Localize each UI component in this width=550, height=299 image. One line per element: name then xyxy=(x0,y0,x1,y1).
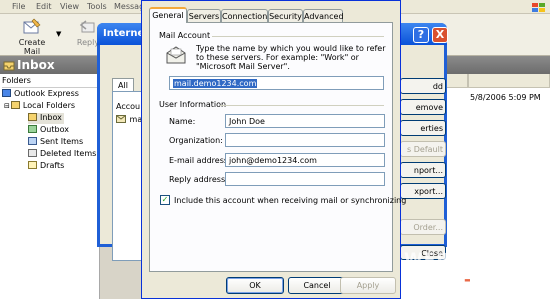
name-field[interactable]: John Doe xyxy=(225,114,385,128)
tree-item-drafts[interactable]: Drafts xyxy=(28,161,64,172)
menu-file[interactable]: File xyxy=(12,2,25,11)
tree-item-label: Outlook Express xyxy=(14,89,79,98)
account-name-value: mail.demo1234.com xyxy=(173,79,258,88)
group-divider xyxy=(212,36,384,37)
tree-item-label: Inbox xyxy=(40,113,62,122)
tree-item-local-folders[interactable]: ⊟ Local Folders xyxy=(4,101,75,112)
organization-label: Organization: xyxy=(169,136,223,145)
group-divider xyxy=(220,105,384,106)
deleted-items-folder-icon xyxy=(28,149,37,157)
folder-title: Inbox xyxy=(17,58,55,72)
windows-logo-icon xyxy=(532,3,545,12)
name-label: Name: xyxy=(169,117,196,126)
tab-connection[interactable]: Connection xyxy=(221,9,268,22)
menu-view[interactable]: View xyxy=(60,2,79,11)
watermark-logo: WEBSITES MADE-EASY xyxy=(398,246,546,298)
watermark-line2: MADE-EASY xyxy=(404,270,525,290)
tab-advanced[interactable]: Advanced xyxy=(303,9,344,22)
apply-button[interactable]: Apply xyxy=(340,277,396,294)
tab-security[interactable]: Security xyxy=(268,9,303,22)
tree-item-label: Local Folders xyxy=(22,101,76,110)
create-mail-button[interactable]: Create Mail xyxy=(10,18,54,56)
export-button[interactable]: xport... xyxy=(400,183,446,199)
column-header-blank[interactable] xyxy=(468,74,550,88)
ok-button[interactable]: OK xyxy=(226,277,284,294)
account-name-field[interactable]: mail.demo1234.com xyxy=(169,76,384,90)
import-button[interactable]: nport... xyxy=(400,162,446,178)
include-account-checkbox[interactable]: ✓ xyxy=(160,195,170,205)
tree-item-deleted-items[interactable]: Deleted Items xyxy=(28,149,96,160)
tab-general[interactable]: General xyxy=(149,7,187,23)
remove-button[interactable]: emove xyxy=(400,99,446,115)
email-address-field[interactable]: john@demo1234.com xyxy=(225,153,385,167)
outlook-express-icon xyxy=(2,89,11,97)
user-information-group-label: User Information xyxy=(159,100,227,109)
drafts-folder-icon xyxy=(28,161,37,169)
tab-all[interactable]: All xyxy=(112,78,134,91)
mail-account-group-label: Mail Account xyxy=(159,31,211,40)
create-mail-dropdown-icon[interactable]: ▼ xyxy=(56,30,61,38)
tree-item-outlook-express[interactable]: Outlook Express xyxy=(2,89,79,100)
general-tab-panel: Mail Account Type the name by which you … xyxy=(149,22,406,272)
email-address-label: E-mail address: xyxy=(169,156,231,165)
properties-titlebar-buttons: ? X xyxy=(413,25,449,45)
folders-header: Folders xyxy=(2,76,98,88)
accounts-list-header[interactable]: Accou xyxy=(116,102,140,111)
tree-item-outbox[interactable]: Outbox xyxy=(28,125,69,136)
menu-tools[interactable]: Tools xyxy=(87,2,107,11)
tree-item-inbox[interactable]: Inbox xyxy=(28,113,64,124)
properties-button[interactable]: erties xyxy=(400,120,446,136)
tree-item-label: Drafts xyxy=(40,161,65,170)
mail-account-icon xyxy=(116,115,126,123)
reply-label: Reply xyxy=(76,38,100,47)
outbox-folder-icon xyxy=(28,125,37,133)
tab-servers[interactable]: Servers xyxy=(187,9,221,22)
create-mail-label: Create Mail xyxy=(18,38,46,56)
account-properties-dialog: General Servers Connection Security Adva… xyxy=(141,0,406,299)
inbox-folder-icon xyxy=(28,113,37,121)
tree-item-sent-items[interactable]: Sent Items xyxy=(28,137,83,148)
watermark-dash: - xyxy=(463,270,472,290)
close-x-button[interactable]: X xyxy=(432,27,448,43)
reply-address-label: Reply address: xyxy=(169,175,228,184)
tree-item-label: Deleted Items xyxy=(40,149,97,158)
message-received-date[interactable]: 5/8/2006 5:09 PM xyxy=(470,93,541,102)
create-mail-icon xyxy=(23,18,41,34)
help-button[interactable]: ? xyxy=(413,27,429,43)
mail-account-description: Type the name by which you would like to… xyxy=(196,44,386,71)
set-default-button[interactable]: s Default xyxy=(400,141,446,157)
collapse-icon[interactable]: ⊟ xyxy=(4,102,10,110)
watermark-line1: WEBSITES xyxy=(404,250,510,270)
add-button[interactable]: dd xyxy=(400,78,446,94)
menu-edit[interactable]: Edit xyxy=(36,2,52,11)
tree-item-label: Outbox xyxy=(40,125,69,134)
tree-item-label: Sent Items xyxy=(40,137,84,146)
sent-items-folder-icon xyxy=(28,137,37,145)
watermark-made: MADE xyxy=(404,270,464,290)
inbox-icon xyxy=(3,61,15,71)
cancel-button[interactable]: Cancel xyxy=(288,277,346,294)
organization-field[interactable] xyxy=(225,133,385,147)
local-folders-icon xyxy=(10,101,20,109)
mail-account-icon xyxy=(166,46,186,64)
include-account-label: Include this account when receiving mail… xyxy=(174,196,407,205)
watermark-easy: EASY xyxy=(471,270,526,290)
folder-pane: Folders Outlook Express ⊟ Local Folders I… xyxy=(0,74,100,299)
reply-address-field[interactable] xyxy=(225,172,385,186)
order-button[interactable]: Order... xyxy=(400,219,446,235)
reply-icon xyxy=(79,20,95,33)
